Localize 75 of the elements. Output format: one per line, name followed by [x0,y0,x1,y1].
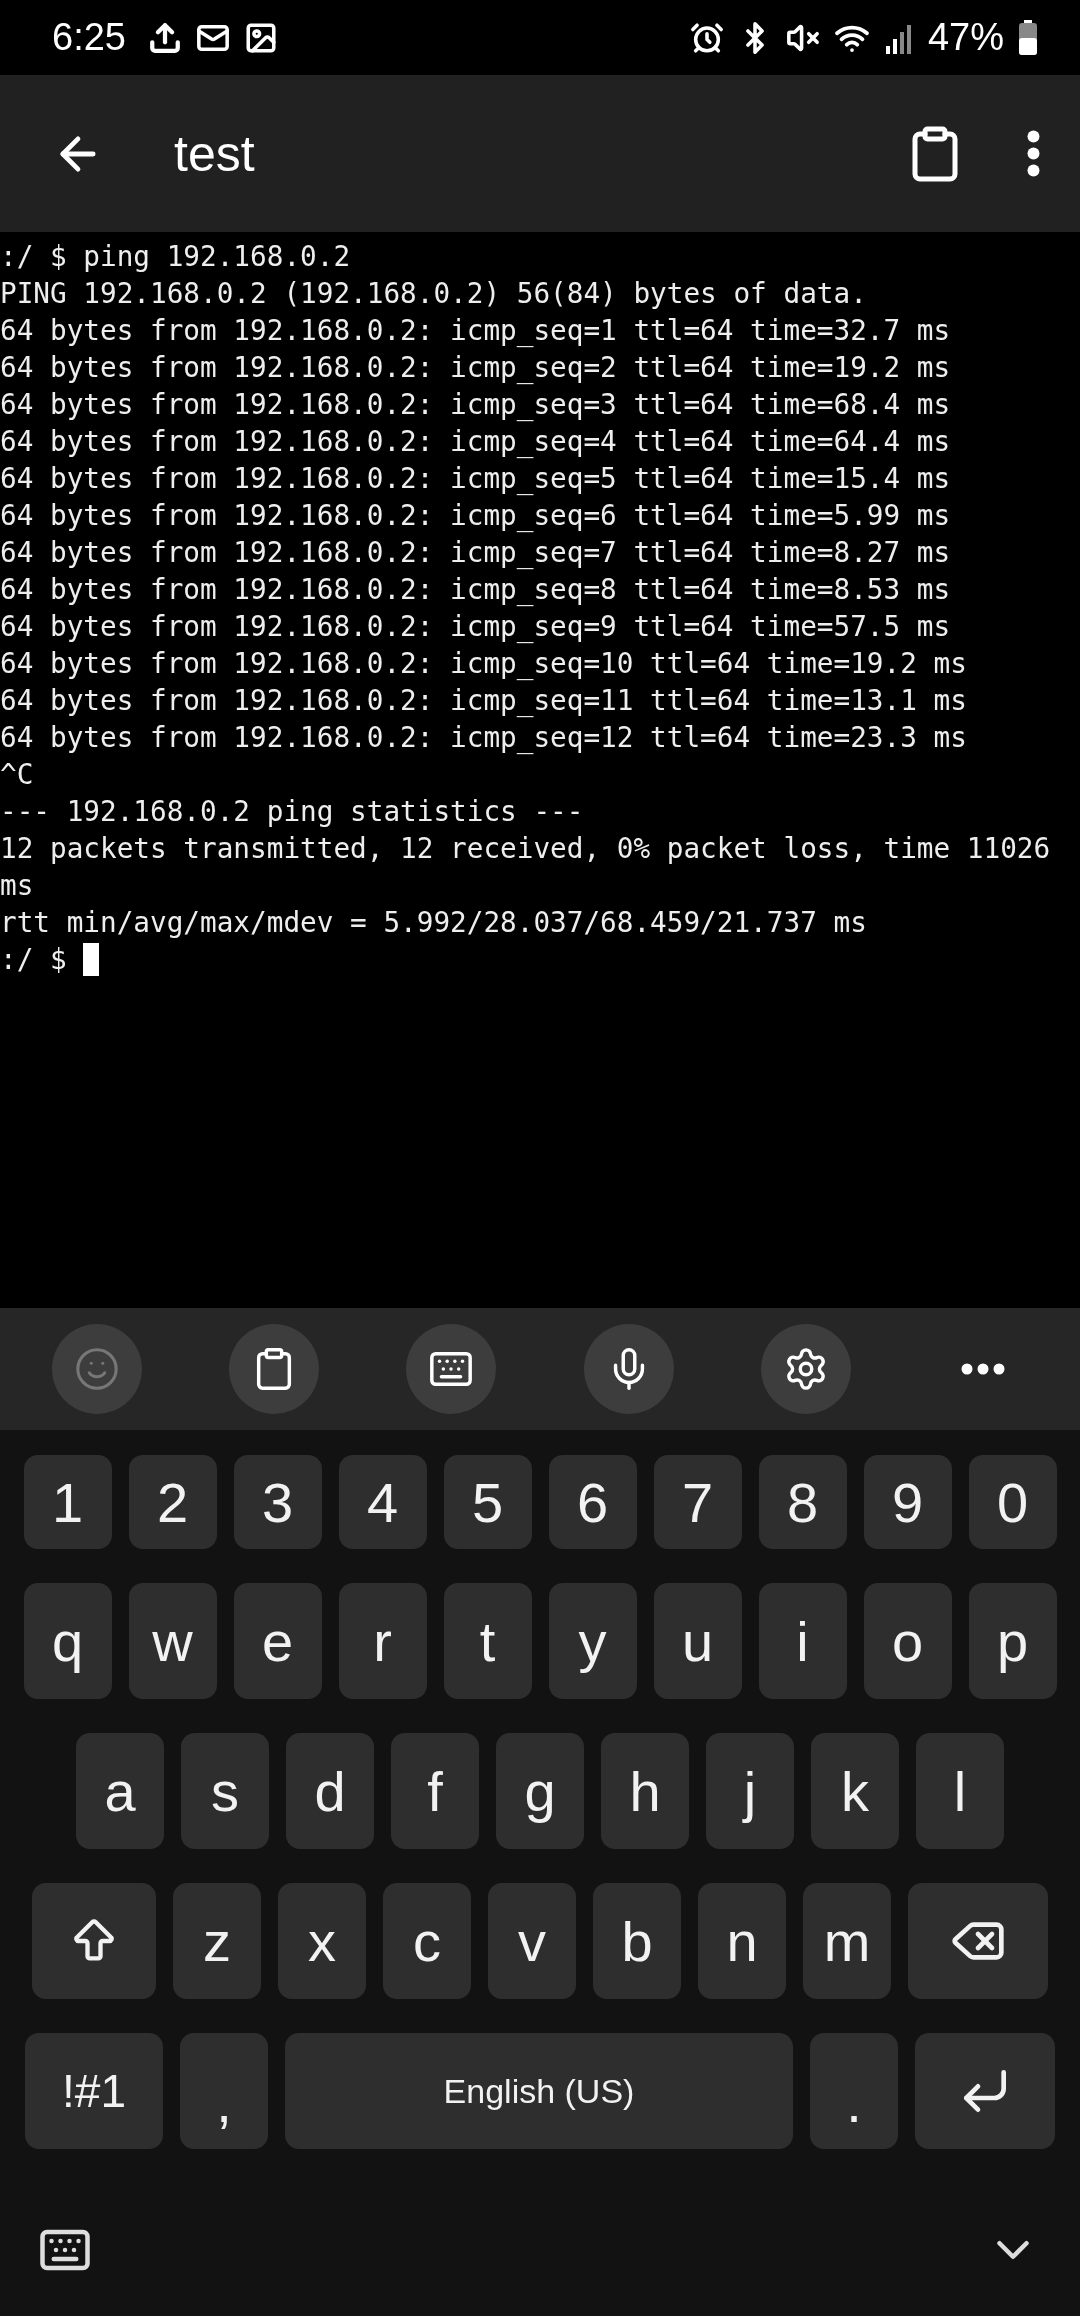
key[interactable]: z [173,1883,261,1999]
key[interactable]: u [653,1583,742,1699]
battery-icon [1018,19,1038,56]
key[interactable]: k [811,1733,899,1849]
key[interactable]: p [968,1583,1057,1699]
key[interactable]: 7 [653,1455,742,1549]
key[interactable]: . [810,2033,898,2149]
key[interactable]: s [181,1733,269,1849]
shift-key[interactable] [32,1883,156,1999]
key[interactable]: , [180,2033,268,2149]
space-key[interactable]: English (US) [285,2033,793,2149]
more-icon [961,1363,1006,1375]
key[interactable]: 2 [128,1455,217,1549]
terminal-line: 64 bytes from 192.168.0.2: icmp_seq=8 ttl=64 time=8.53 ms [0,572,952,608]
key[interactable]: n [698,1883,786,1999]
key[interactable]: a [76,1733,164,1849]
key[interactable]: j [706,1733,794,1849]
key[interactable]: 0 [968,1455,1057,1549]
terminal-prompt: :/ $ [0,942,67,978]
key[interactable]: o [863,1583,952,1699]
key[interactable]: v [488,1883,576,1999]
key[interactable]: d [286,1733,374,1849]
terminal-line: 64 bytes from 192.168.0.2: icmp_seq=4 ttl=64 time=64.4 ms [0,424,952,460]
key[interactable]: t [443,1583,532,1699]
terminal-line: ms [0,868,35,904]
app-title: test [174,124,256,183]
key[interactable]: f [391,1733,479,1849]
key[interactable]: 6 [548,1455,637,1549]
key[interactable]: i [758,1583,847,1699]
key[interactable]: c [383,1883,471,1999]
terminal-line: 64 bytes from 192.168.0.2: icmp_seq=3 ttl=64 time=68.4 ms [0,387,952,423]
key[interactable]: r [338,1583,427,1699]
key[interactable]: y [548,1583,637,1699]
terminal-line: 12 packets transmitted, 12 received, 0% packet loss, time 11026 [0,831,1052,867]
terminal-line: :/ $ ping 192.168.0.2 [0,239,352,275]
battery-percent: 47% [927,16,1004,59]
symbols-key[interactable]: !#1 [25,2033,163,2149]
terminal-line: --- 192.168.0.2 ping statistics --- [0,794,585,830]
key[interactable]: l [916,1733,1004,1849]
terminal-line: 64 bytes from 192.168.0.2: icmp_seq=12 ttl=64 time=23.3 ms [0,720,968,756]
key[interactable]: g [496,1733,584,1849]
terminal-line: 64 bytes from 192.168.0.2: icmp_seq=6 ttl=64 time=5.99 ms [0,498,952,534]
alarm-icon [689,20,724,55]
key[interactable]: 1 [23,1455,112,1549]
terminal-line: 64 bytes from 192.168.0.2: icmp_seq=1 ttl=64 time=32.7 ms [0,313,952,349]
key[interactable]: h [601,1733,689,1849]
terminal-line: 64 bytes from 192.168.0.2: icmp_seq=11 ttl=64 time=13.1 ms [0,683,968,719]
more-icon [1027,130,1040,177]
key[interactable]: x [278,1883,366,1999]
terminal-line: PING 192.168.0.2 (192.168.0.2) 56(84) bytes of data. [0,276,868,312]
key[interactable]: w [128,1583,217,1699]
more-options-button[interactable] [1027,130,1040,177]
terminal-line: rtt min/avg/max/mdev = 5.992/28.037/68.459/21.737 ms [0,905,868,941]
terminal-line: 64 bytes from 192.168.0.2: icmp_seq=2 ttl=64 time=19.2 ms [0,350,952,386]
smiley-icon [73,1346,120,1392]
key[interactable]: 8 [758,1455,847,1549]
terminal-line: 64 bytes from 192.168.0.2: icmp_seq=5 ttl=64 time=15.4 ms [0,461,952,497]
key[interactable]: q [23,1583,112,1699]
key[interactable]: e [233,1583,322,1699]
terminal-line: 64 bytes from 192.168.0.2: icmp_seq=10 ttl=64 time=19.2 ms [0,646,968,682]
terminal-line: ^C [0,757,35,793]
key[interactable]: 5 [443,1455,532,1549]
key[interactable]: b [593,1883,681,1999]
text-cursor [82,943,99,976]
terminal-line: 64 bytes from 192.168.0.2: icmp_seq=7 ttl=64 time=8.27 ms [0,535,952,571]
status-time: 6:25 [52,16,126,59]
key[interactable]: 4 [338,1455,427,1549]
key[interactable]: 3 [233,1455,322,1549]
key[interactable]: 9 [863,1455,952,1549]
backspace-key[interactable] [908,1883,1048,1999]
terminal-line: 64 bytes from 192.168.0.2: icmp_seq=9 ttl=64 time=57.5 ms [0,609,952,645]
key[interactable]: m [803,1883,891,1999]
upload-icon [147,20,182,55]
image-icon [243,20,278,55]
enter-key[interactable] [915,2033,1055,2149]
